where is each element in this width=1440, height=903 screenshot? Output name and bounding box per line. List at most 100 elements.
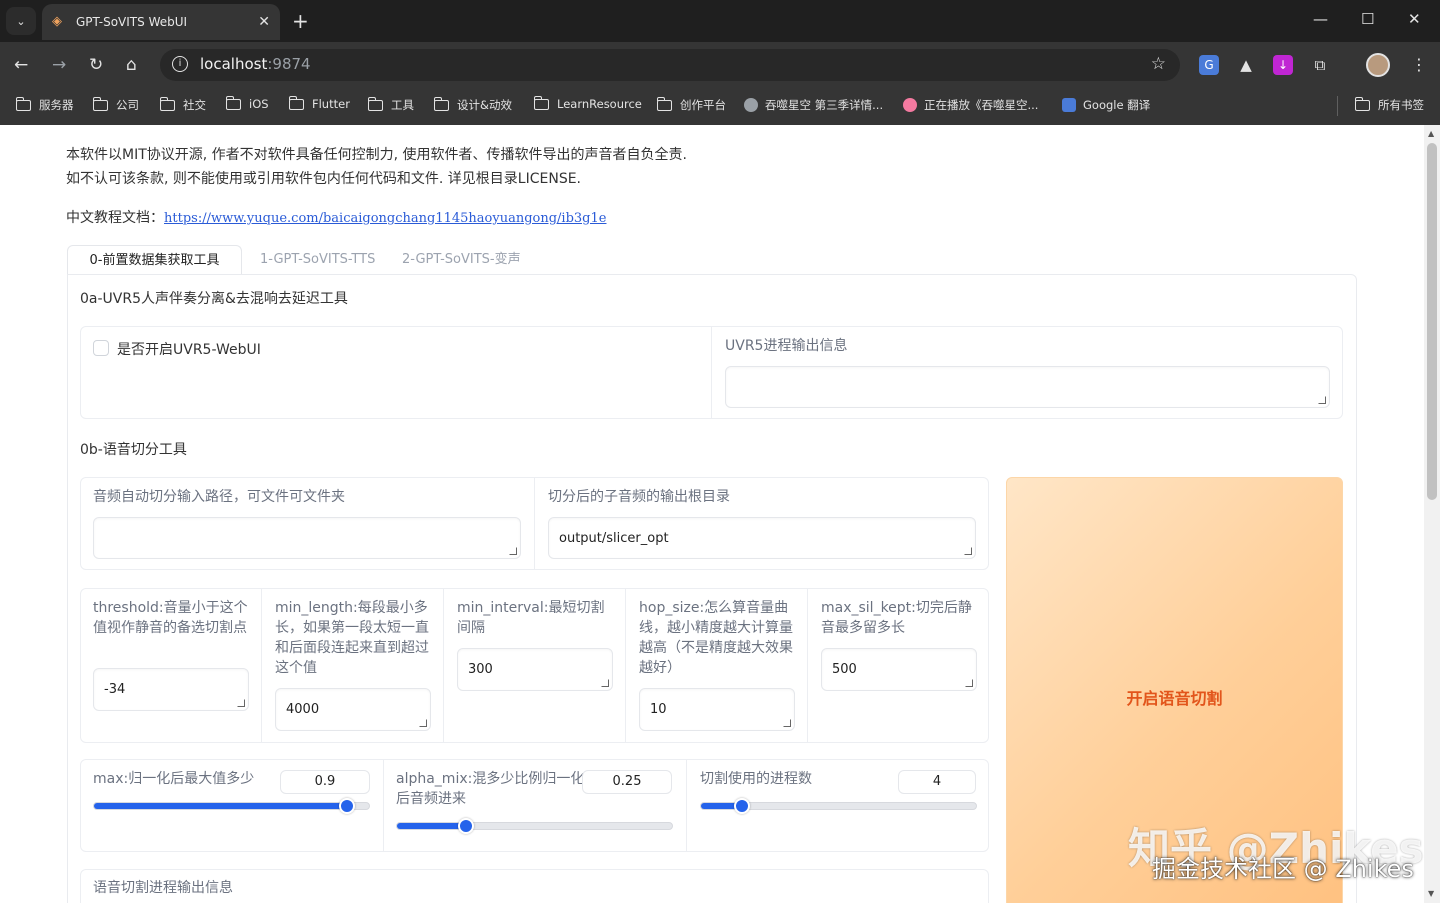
- bookmark-folder[interactable]: 社交: [159, 96, 206, 113]
- min-length-label: min_length:每段最小多长，如果第一段太短一直和后面段连起来直到超过这个…: [275, 600, 429, 676]
- tab-search-button[interactable]: ⌄: [6, 7, 36, 35]
- uvr5-output-textarea[interactable]: [725, 366, 1330, 408]
- page-scrollbar[interactable]: ▲ ▼: [1424, 125, 1440, 903]
- bookmark-star-icon[interactable]: ☆: [1151, 54, 1166, 74]
- max-number-input[interactable]: 0.9: [280, 770, 370, 794]
- max-sil-kept-field[interactable]: 500: [821, 648, 977, 691]
- minimize-icon[interactable]: —: [1313, 10, 1328, 28]
- profile-avatar[interactable]: [1366, 53, 1390, 77]
- bookmark-link[interactable]: 吞噬星空 第三季详情...: [744, 97, 883, 113]
- license-text-line2: 如不认可该条款, 则不能使用或引用软件包内任何代码和文件. 详见根目录LICEN…: [66, 171, 582, 187]
- resize-grip-icon[interactable]: [1318, 396, 1326, 404]
- tab-strip: ⌄ ◈ GPT-SoVITS WebUI ✕ + — ☐ ✕: [0, 0, 1440, 42]
- resize-grip-icon[interactable]: [965, 679, 973, 687]
- close-window-icon[interactable]: ✕: [1408, 10, 1421, 28]
- bookmark-folder[interactable]: LearnResource: [533, 95, 642, 111]
- google-translate-icon: [1062, 98, 1076, 112]
- forward-icon[interactable]: →: [52, 55, 66, 75]
- param-divider: [807, 589, 808, 742]
- alpha-mix-label: alpha_mix:混多少比例归一化后音频进来: [396, 771, 585, 807]
- hop-size-field[interactable]: 10: [639, 688, 795, 731]
- resize-grip-icon[interactable]: [964, 547, 972, 555]
- slider-fill: [94, 803, 347, 809]
- uvr5-divider: [711, 327, 712, 418]
- max-sil-kept-label: max_sil_kept:切完后静音最多留多长: [821, 600, 972, 636]
- extensions-puzzle-icon[interactable]: ⧉: [1310, 55, 1330, 75]
- output-root-label: 切分后的子音频的输出根目录: [548, 489, 730, 505]
- folder-icon: [533, 95, 549, 110]
- max-slider[interactable]: [93, 798, 370, 814]
- scroll-down-icon[interactable]: ▼: [1428, 889, 1434, 898]
- folder-icon: [92, 96, 108, 111]
- new-tab-icon[interactable]: +: [292, 9, 309, 33]
- resize-grip-icon[interactable]: [601, 679, 609, 687]
- tab-bar: 0-前置数据集获取工具 1-GPT-SoVITS-TTS 2-GPT-SoVIT…: [0, 245, 1424, 275]
- alpha-mix-number-input[interactable]: 0.25: [582, 770, 672, 794]
- slider-thumb[interactable]: [457, 818, 474, 834]
- folder-icon: [225, 95, 241, 110]
- bookmarks-bar: 服务器 公司 社交 iOS Flutter 工具 设计&动效 LearnReso…: [0, 88, 1440, 125]
- tab-voice-change[interactable]: 2-GPT-SoVITS-变声: [402, 245, 521, 275]
- bookmark-folder[interactable]: 服务器: [15, 96, 74, 113]
- threshold-field[interactable]: -34: [93, 668, 249, 711]
- slider-divider: [383, 760, 384, 851]
- bookmark-folder[interactable]: 工具: [367, 96, 414, 113]
- site-favicon-icon: ◈: [52, 14, 62, 29]
- close-tab-icon[interactable]: ✕: [258, 14, 270, 30]
- folder-icon: [15, 96, 31, 111]
- url-text[interactable]: localhost:9874: [200, 55, 311, 73]
- process-count-number-input[interactable]: 4: [898, 770, 976, 794]
- folder-icon: [433, 96, 449, 111]
- resize-grip-icon[interactable]: [783, 719, 791, 727]
- drive-extension-icon[interactable]: ▲: [1236, 55, 1256, 75]
- resize-grip-icon[interactable]: [509, 547, 517, 555]
- home-icon[interactable]: ⌂: [126, 55, 137, 75]
- slider-divider: [686, 760, 687, 851]
- slider-fill: [397, 823, 466, 829]
- back-icon[interactable]: ←: [14, 55, 28, 75]
- process-count-label: 切割使用的进程数: [700, 771, 812, 787]
- tab-title: GPT-SoVITS WebUI: [76, 15, 188, 29]
- min-interval-field[interactable]: 300: [457, 648, 613, 691]
- doc-link[interactable]: https://www.yuque.com/baicaigongchang114…: [164, 211, 606, 226]
- input-path-field[interactable]: [93, 517, 521, 559]
- alpha-mix-slider[interactable]: [396, 818, 673, 834]
- all-bookmarks-folder[interactable]: 所有书签: [1354, 96, 1424, 113]
- bookmark-folder[interactable]: 公司: [92, 96, 139, 113]
- uvr5-section-title: 0a-UVR5人声伴奏分离&去混响去延迟工具: [80, 291, 348, 307]
- input-path-label: 音频自动切分输入路径，可文件可文件夹: [93, 489, 345, 505]
- flower-icon: [903, 98, 917, 112]
- slider-thumb[interactable]: [339, 798, 355, 814]
- folder-icon: [288, 95, 304, 110]
- site-info-icon[interactable]: i: [172, 56, 188, 72]
- doc-line: 中文教程文档：https://www.yuque.com/baicaigongc…: [66, 210, 607, 226]
- bookmark-folder[interactable]: Flutter: [288, 95, 350, 111]
- bookmark-folder[interactable]: 设计&动效: [433, 96, 512, 113]
- resize-grip-icon[interactable]: [419, 719, 427, 727]
- tab-dataset-tools[interactable]: 0-前置数据集获取工具: [67, 245, 242, 275]
- download-extension-icon[interactable]: ↓: [1273, 55, 1293, 75]
- slicer-progress-label: 语音切割进程输出信息: [93, 880, 233, 896]
- menu-kebab-icon[interactable]: ⋮: [1411, 55, 1427, 74]
- output-root-field[interactable]: output/slicer_opt: [548, 517, 976, 559]
- reload-icon[interactable]: ↻: [89, 55, 103, 75]
- bookmark-link[interactable]: Google 翻译: [1062, 97, 1150, 113]
- scroll-up-icon[interactable]: ▲: [1428, 129, 1434, 138]
- resize-grip-icon[interactable]: [237, 699, 245, 707]
- uvr5-webui-checkbox[interactable]: [93, 340, 109, 356]
- translate-extension-icon[interactable]: G: [1199, 55, 1219, 75]
- process-count-slider[interactable]: [700, 798, 977, 814]
- bookmarks-separator: [1337, 96, 1338, 116]
- tab-tts[interactable]: 1-GPT-SoVITS-TTS: [260, 245, 375, 275]
- address-bar[interactable]: i localhost:9874 ☆: [160, 49, 1180, 81]
- min-length-field[interactable]: 4000: [275, 688, 431, 731]
- bookmark-folder[interactable]: 创作平台: [656, 96, 726, 113]
- folder-icon: [656, 96, 672, 111]
- maximize-icon[interactable]: ☐: [1361, 10, 1374, 28]
- browser-chrome: ⌄ ◈ GPT-SoVITS WebUI ✕ + — ☐ ✕ ← → ↻ ⌂ i…: [0, 0, 1440, 125]
- scrollbar-thumb[interactable]: [1427, 143, 1437, 500]
- bookmark-folder[interactable]: iOS: [225, 95, 269, 111]
- browser-tab[interactable]: ◈ GPT-SoVITS WebUI ✕: [42, 4, 280, 40]
- slicer-section-title: 0b-语音切分工具: [80, 442, 187, 458]
- bookmark-link[interactable]: 正在播放《吞噬星空...: [903, 97, 1038, 113]
